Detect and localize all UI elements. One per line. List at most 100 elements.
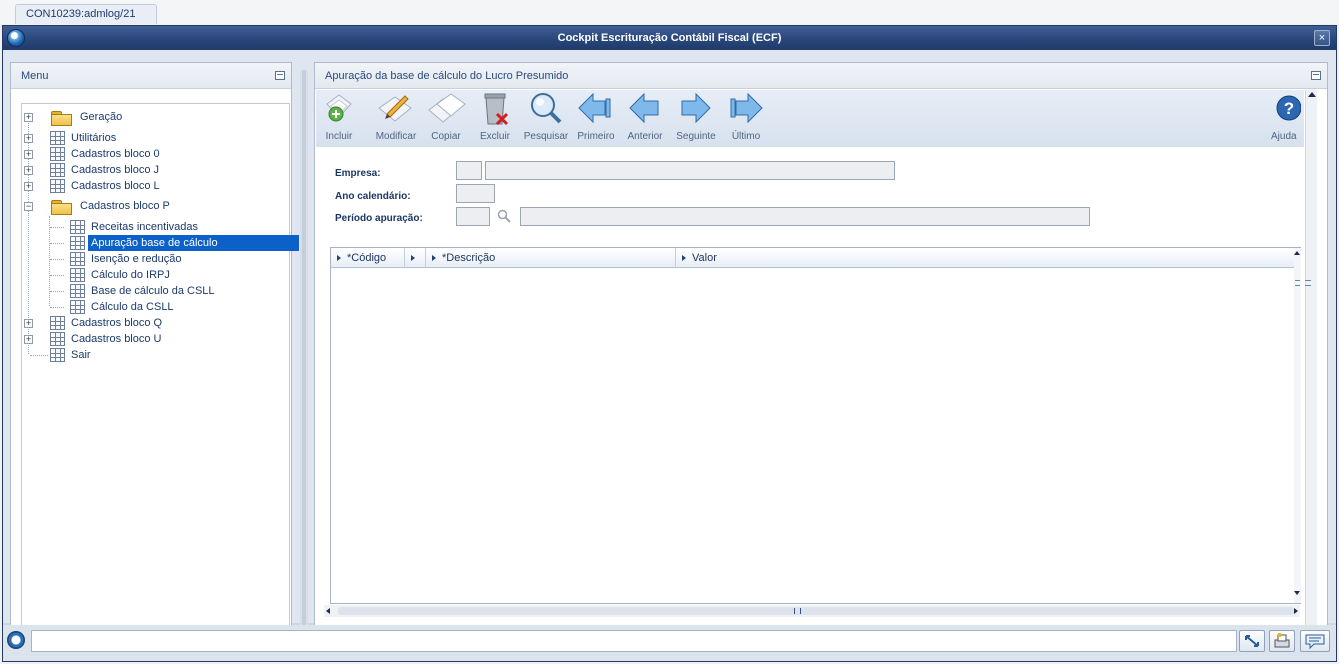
grid-scroll-down-icon[interactable] — [1294, 591, 1300, 595]
grid-vertical-scrollbar[interactable] — [1294, 248, 1301, 603]
grid-icon — [70, 252, 85, 266]
tree-item-geracao[interactable]: + Geração — [24, 109, 224, 126]
empresa-code-field[interactable] — [456, 161, 482, 180]
ajuda-button[interactable]: ? Ajuda — [1271, 90, 1302, 145]
last-record-icon — [730, 92, 763, 124]
tree-item-cadastros-bloco-j[interactable]: + Cadastros bloco J — [24, 162, 224, 178]
empresa-name-field[interactable] — [485, 161, 895, 180]
scroll-right-icon[interactable] — [1294, 608, 1298, 614]
tree-item-label: Cadastros bloco J — [71, 164, 160, 176]
grid-scroll-grip-icon[interactable] — [1295, 280, 1300, 286]
workspace: Menu + Geração + Utilitários + Cadastros… — [3, 50, 1336, 645]
tree-item-calculo-do-irpj[interactable]: Cálculo do IRPJ — [50, 267, 248, 283]
content-panel: Apuração da base de cálculo do Lucro Pre… — [314, 62, 1328, 645]
expand-icon[interactable]: + — [24, 319, 33, 328]
menu-panel: Menu + Geração + Utilitários + Cadastros… — [10, 62, 299, 630]
tree-item-label: Cadastros bloco P — [80, 200, 170, 212]
content-title: Apuração da base de cálculo do Lucro Pre… — [325, 70, 569, 82]
tree-item-sair[interactable]: Sair — [24, 347, 224, 363]
minimize-menu-button[interactable] — [275, 71, 285, 80]
scroll-up-icon[interactable] — [1308, 92, 1316, 97]
copiar-button[interactable]: Copiar — [425, 90, 467, 145]
chat-icon[interactable] — [1300, 630, 1330, 652]
resize-icon[interactable] — [1239, 630, 1265, 652]
column-valor[interactable]: Valor — [676, 248, 1294, 268]
modificar-button[interactable]: Modificar — [373, 90, 419, 145]
expand-icon[interactable]: + — [24, 166, 33, 175]
copy-icon — [428, 93, 466, 123]
grid-icon — [50, 179, 65, 193]
tree-item-cadastros-bloco-l[interactable]: + Cadastros bloco L — [24, 178, 224, 194]
tree-item-cadastros-bloco-q[interactable]: + Cadastros bloco Q — [24, 315, 224, 331]
app-logo-icon — [7, 29, 25, 47]
tree-item-apuracao-base-de-calculo[interactable]: Apuração base de cálculo — [50, 235, 299, 251]
tree-item-label-selected: Apuração base de cálculo — [88, 235, 299, 251]
tree-item-cadastros-bloco-u[interactable]: + Cadastros bloco U — [24, 331, 224, 347]
trash-icon — [484, 93, 509, 126]
grid-icon — [70, 268, 85, 282]
column-descricao[interactable]: *Descrição — [426, 248, 676, 268]
grid-icon — [50, 316, 65, 330]
tree-item-calculo-da-csll[interactable]: Cálculo da CSLL — [50, 299, 248, 315]
tree-item-cadastros-bloco-p[interactable]: − Cadastros bloco P — [24, 198, 224, 215]
grid-icon — [70, 220, 85, 234]
folder-open-icon — [51, 199, 72, 215]
expand-icon[interactable]: + — [24, 150, 33, 159]
data-grid: *Código *Descrição Valor — [330, 247, 1311, 604]
pesquisar-button[interactable]: Pesquisar — [523, 90, 569, 145]
minimize-content-button[interactable] — [1311, 71, 1321, 80]
next-record-icon — [681, 92, 711, 124]
primeiro-button[interactable]: Primeiro — [575, 90, 617, 145]
grid-icon — [70, 284, 85, 298]
tree-item-receitas-incentivadas[interactable]: Receitas incentivadas — [50, 219, 248, 235]
periodo-apuracao-label: Período apuração: — [335, 213, 423, 224]
menu-panel-header: Menu — [11, 63, 291, 89]
grid-scroll-up-icon[interactable] — [1294, 251, 1300, 255]
horizontal-scroll-thumb[interactable] — [338, 607, 1294, 615]
ultimo-label: Último — [731, 131, 761, 142]
tree-connector — [50, 227, 64, 228]
anterior-button[interactable]: Anterior — [624, 90, 666, 145]
status-message-field[interactable] — [31, 630, 1237, 652]
grid-icon — [50, 163, 65, 177]
expand-icon[interactable]: + — [24, 113, 33, 122]
tree-item-cadastros-bloco-0[interactable]: + Cadastros bloco 0 — [24, 146, 224, 162]
tree-item-isencao-e-reducao[interactable]: Isenção e redução — [50, 251, 248, 267]
expand-icon[interactable]: + — [24, 134, 33, 143]
incluir-label: Incluir — [325, 131, 353, 142]
grid-icon — [50, 131, 65, 145]
grid-horizontal-scrollbar[interactable] — [324, 605, 1300, 617]
expand-icon[interactable]: + — [24, 182, 33, 191]
scroll-left-icon[interactable] — [326, 608, 330, 614]
tree-item-utilitarios[interactable]: + Utilitários — [24, 130, 224, 146]
tree-item-label: Cálculo do IRPJ — [91, 269, 170, 281]
periodo-descricao-field[interactable] — [520, 207, 1090, 226]
tree-item-label: Geração — [80, 111, 123, 123]
expand-icon[interactable]: + — [24, 335, 33, 344]
close-button[interactable]: × — [1314, 30, 1330, 46]
scroll-grip-icon — [794, 608, 801, 614]
content-scrollbar[interactable] — [1305, 90, 1317, 635]
lookup-search-icon[interactable] — [497, 209, 511, 223]
session-tab[interactable]: CON10239:admlog/21 — [15, 4, 157, 24]
panel-splitter[interactable] — [300, 70, 308, 632]
excluir-button[interactable]: Excluir — [475, 90, 515, 145]
seguinte-label: Seguinte — [676, 131, 716, 142]
grid-options-icon[interactable] — [1305, 280, 1311, 286]
tab-strip: CON10239:admlog/21 — [0, 0, 1339, 24]
ultimo-button[interactable]: Último — [724, 90, 768, 145]
add-icon — [326, 94, 352, 122]
tree-item-base-de-calculo-da-csll[interactable]: Base de cálculo da CSLL — [50, 283, 248, 299]
seguinte-button[interactable]: Seguinte — [674, 90, 718, 145]
incluir-button[interactable]: Incluir — [321, 90, 357, 145]
printer-icon[interactable] — [1269, 630, 1295, 652]
help-icon: ? — [1276, 95, 1302, 121]
pesquisar-label: Pesquisar — [523, 131, 569, 142]
periodo-apuracao-field[interactable] — [456, 207, 490, 226]
collapse-icon[interactable]: − — [24, 202, 33, 211]
splitter-grip[interactable] — [302, 70, 306, 632]
edit-icon — [378, 95, 412, 122]
ano-calendario-field[interactable] — [456, 184, 495, 203]
empresa-label: Empresa: — [335, 168, 381, 179]
column-codigo[interactable]: *Código — [331, 248, 405, 268]
